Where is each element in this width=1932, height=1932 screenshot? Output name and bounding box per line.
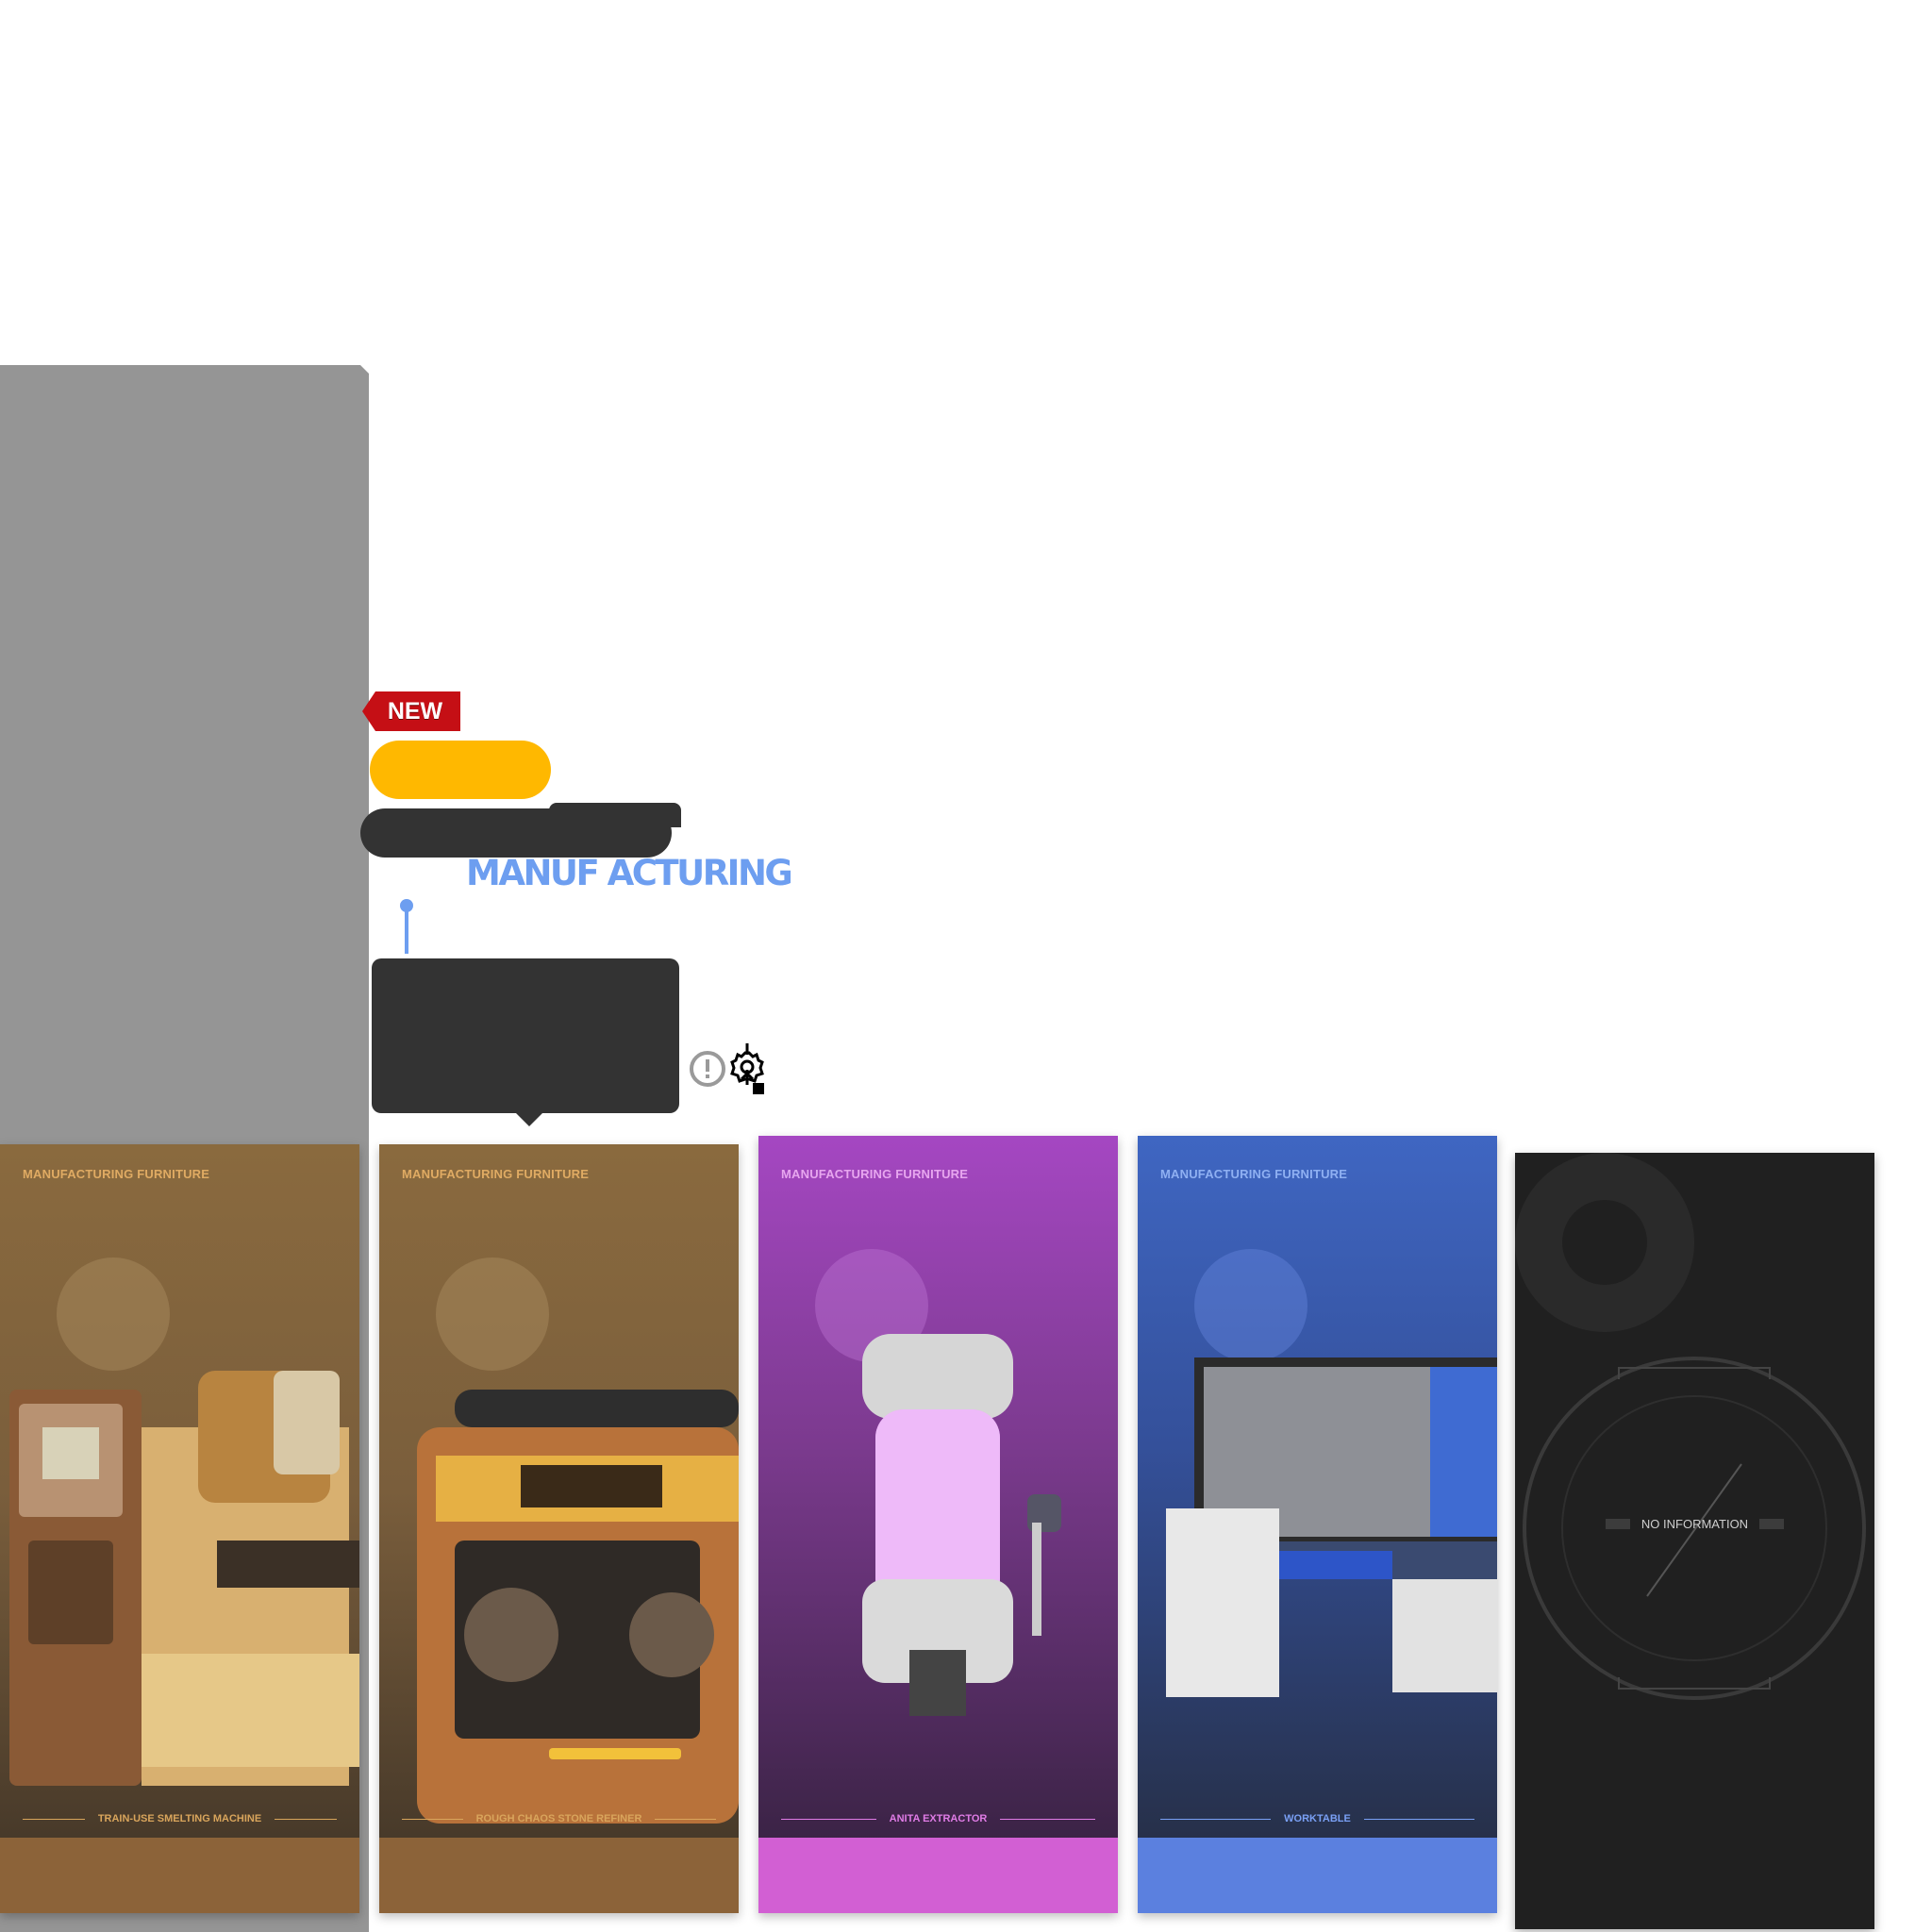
new-badge: NEW [362,691,460,731]
gear-placeholder-icon [1515,1153,1866,1700]
divider [275,1818,338,1820]
divider [1605,1519,1630,1529]
card-footer [758,1838,1118,1913]
no-information-label: NO INFORMATION [1641,1517,1749,1531]
worktable-image [1166,1249,1497,1697]
card-name-row: TRAIN-USE SMELTING MACHINE [23,1809,338,1828]
card-worktable[interactable]: MANUFACTURING FURNITURE WORKTABLE [1138,1136,1497,1913]
title-pill [360,803,681,858]
card-empty-slot[interactable]: NO INFORMATION [1515,1153,1874,1929]
card-name: ROUGH CHAOS STONE REFINER [475,1813,642,1824]
pin-icon [400,899,413,954]
card-footer [1138,1838,1497,1913]
tooltip-box [372,958,679,1126]
new-badge-label: NEW [387,697,443,724]
card-category: MANUFACTURING FURNITURE [781,1167,969,1181]
divider [655,1818,716,1820]
gear-upgrade-icon[interactable] [728,1041,766,1094]
card-name-row: WORKTABLE [1160,1809,1474,1828]
card-smelting-machine[interactable]: MANUFACTURING FURNITURE TRAIN-USE SMELTI… [0,1144,359,1913]
highlight-pill[interactable] [370,741,551,799]
smelting-machine-image [9,1257,359,1786]
card-category: MANUFACTURING FURNITURE [1160,1167,1348,1181]
card-name: ANITA EXTRACTOR [889,1813,988,1824]
divider [1759,1519,1785,1529]
divider [1363,1818,1474,1820]
card-category: MANUFACTURING FURNITURE [402,1167,590,1181]
card-name: TRAIN-USE SMELTING MACHINE [97,1813,262,1824]
divider [1160,1818,1272,1820]
card-footer [379,1838,739,1913]
card-category: MANUFACTURING FURNITURE [23,1167,210,1181]
card-footer [0,1838,359,1913]
card-name-row: ANITA EXTRACTOR [781,1809,1095,1828]
divider [23,1818,85,1820]
section-title: MANUF ACTURING [466,853,793,893]
card-chaos-stone-refiner[interactable]: MANUFACTURING FURNITURE ROUGH CHAOS STON… [379,1144,739,1913]
card-anita-extractor[interactable]: MANUFACTURING FURNITURE ANITA EXTRACTOR [758,1136,1118,1913]
card-name: WORKTABLE [1284,1813,1351,1824]
info-circle-icon[interactable] [689,1046,730,1088]
no-information-row: NO INFORMATION [1515,1517,1874,1531]
divider [781,1818,876,1820]
extractor-image [815,1249,1061,1716]
refiner-image [417,1257,739,1824]
card-name-row: ROUGH CHAOS STONE REFINER [402,1809,716,1828]
divider [402,1818,463,1820]
divider [1000,1818,1095,1820]
